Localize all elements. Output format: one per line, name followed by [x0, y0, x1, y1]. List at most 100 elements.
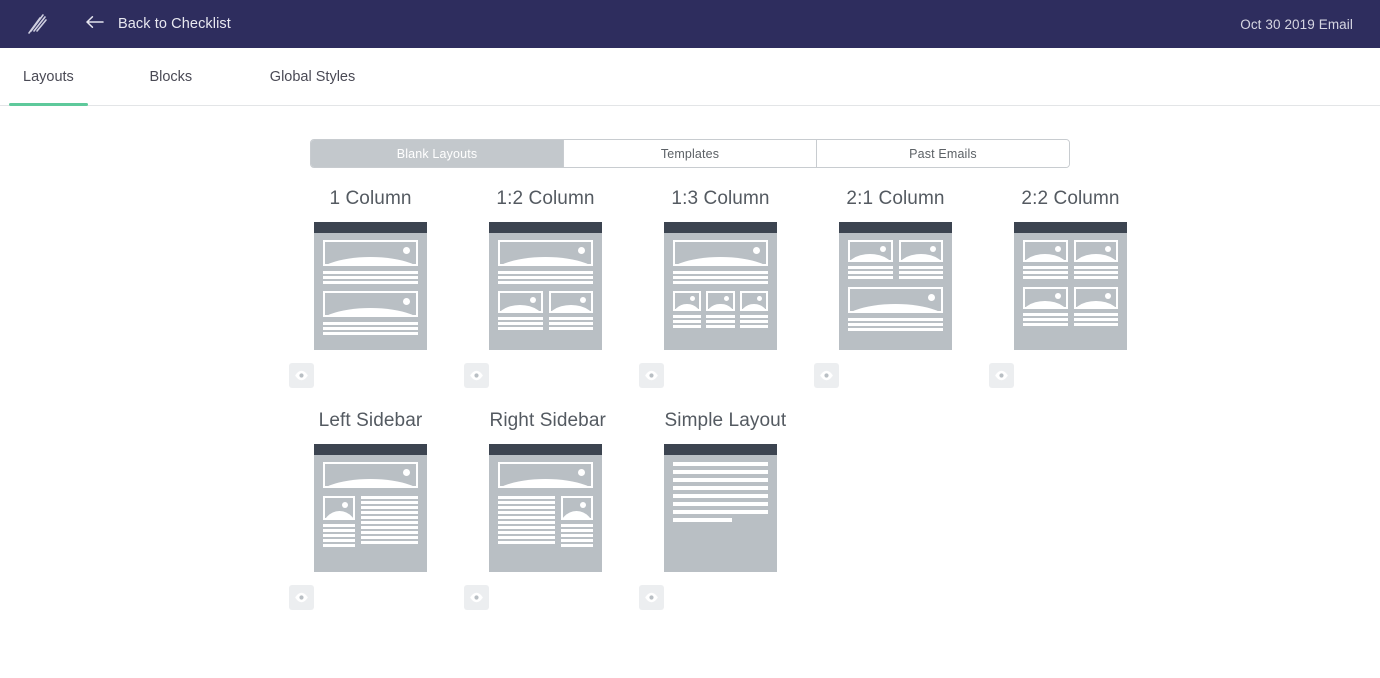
layout-title: 2:2 Column [1021, 188, 1120, 209]
eye-icon [295, 370, 308, 381]
segment-past-emails[interactable]: Past Emails [817, 140, 1069, 167]
segment-past-emails-label: Past Emails [909, 146, 977, 161]
thumb-text-lines [361, 496, 418, 544]
tab-global-styles-label: Global Styles [269, 68, 356, 85]
thumb-image-block [739, 291, 768, 311]
preview-button[interactable] [814, 363, 839, 388]
segment-templates[interactable]: Templates [564, 140, 817, 167]
preview-button[interactable] [464, 363, 489, 388]
preview-button[interactable] [639, 363, 664, 388]
thumb-header-bar [1014, 222, 1127, 233]
thumb-image-block [848, 287, 943, 313]
thumb-sidebar-row [498, 496, 593, 547]
thumb-header-bar [664, 444, 777, 455]
layout-title: 1 Column [329, 188, 412, 209]
preview-button[interactable] [289, 363, 314, 388]
preview-button[interactable] [289, 585, 314, 610]
eye-icon [995, 370, 1008, 381]
thumb-three-column-row [673, 291, 768, 328]
thumb-text-lines [673, 462, 768, 522]
layout-card: 1 Column [283, 188, 458, 388]
segment-blank-layouts-label: Blank Layouts [396, 146, 478, 161]
thumb-image-block [498, 291, 543, 313]
thumb-text-lines [1023, 266, 1068, 279]
layout-title: 1:2 Column [496, 188, 595, 209]
thumb-two-column-row [848, 240, 943, 279]
thumb-two-column-row [498, 291, 593, 330]
thumb-image-block [323, 240, 418, 266]
preview-button[interactable] [464, 585, 489, 610]
back-to-checklist-link[interactable]: Back to Checklist [86, 15, 231, 34]
thumb-text-lines [548, 317, 593, 330]
layout-thumbnail-one-three[interactable] [664, 222, 777, 350]
thumb-text-lines [1073, 313, 1118, 326]
back-to-checklist-label: Back to Checklist [118, 16, 231, 32]
eye-icon [470, 592, 483, 603]
layout-card: Left Sidebar [283, 410, 458, 610]
layout-thumbnail-two-one[interactable] [839, 222, 952, 350]
layout-thumbnail-right-sidebar[interactable] [489, 444, 602, 572]
layout-thumbnail-one-two[interactable] [489, 222, 602, 350]
thumb-image-block [548, 291, 593, 313]
layout-card: Right Sidebar [458, 410, 633, 610]
source-segmented-control: Blank Layouts Templates Past Emails [310, 139, 1070, 168]
segment-templates-label: Templates [660, 146, 720, 161]
thumb-image-block [706, 291, 735, 311]
thumb-image-block [1023, 287, 1068, 309]
thumb-text-lines [323, 271, 418, 284]
tab-blocks-label: Blocks [149, 68, 193, 85]
tab-blocks[interactable]: Blocks [132, 48, 210, 105]
thumb-image-block [673, 240, 768, 266]
layout-thumbnail-two-two[interactable] [1014, 222, 1127, 350]
thumb-text-lines [898, 266, 943, 279]
thumb-image-block [1073, 240, 1118, 262]
tab-global-styles[interactable]: Global Styles [256, 48, 369, 105]
app-header: Back to Checklist Oct 30 2019 Email [0, 0, 1380, 48]
thumb-text-lines [706, 315, 735, 328]
thumb-header-bar [664, 222, 777, 233]
layout-title: Right Sidebar [489, 410, 606, 431]
layout-card: Simple Layout [633, 410, 808, 610]
thumb-image-block [898, 240, 943, 262]
layout-card: 2:1 Column [808, 188, 983, 388]
layout-thumbnail-left-sidebar[interactable] [314, 444, 427, 572]
layout-title: 2:1 Column [846, 188, 945, 209]
feather-logo-icon[interactable] [22, 9, 52, 39]
eye-icon [470, 370, 483, 381]
layout-card: 2:2 Column [983, 188, 1158, 388]
thumb-image-block [1073, 287, 1118, 309]
thumb-text-lines [498, 317, 543, 330]
thumb-text-lines [1073, 266, 1118, 279]
tab-active-indicator [9, 103, 88, 106]
eye-icon [820, 370, 833, 381]
main-tab-bar: Layouts Blocks Global Styles [0, 48, 1380, 106]
layout-thumbnail-one-column[interactable] [314, 222, 427, 350]
layout-card: 1:2 Column [458, 188, 633, 388]
preview-button[interactable] [989, 363, 1014, 388]
eye-icon [295, 592, 308, 603]
thumb-image-block [673, 291, 702, 311]
layout-title: Simple Layout [664, 410, 787, 431]
eye-icon [645, 370, 658, 381]
thumb-text-lines [323, 322, 418, 335]
thumb-text-lines [498, 271, 593, 284]
segment-blank-layouts[interactable]: Blank Layouts [311, 140, 564, 167]
eye-icon [645, 592, 658, 603]
layouts-panel: Blank Layouts Templates Past Emails 1 Co… [0, 106, 1380, 678]
layout-grid: 1 Column 1:2 Column 1:3 Column 2:1 Colum… [283, 168, 1127, 610]
thumb-two-column-row [1023, 240, 1118, 279]
tab-layouts[interactable]: Layouts [9, 48, 88, 106]
layout-title: 1:3 Column [671, 188, 770, 209]
thumb-image-block [323, 291, 418, 317]
preview-button[interactable] [639, 585, 664, 610]
thumb-image-block [323, 462, 418, 488]
layout-card: 1:3 Column [633, 188, 808, 388]
thumb-image-block [323, 496, 356, 520]
thumb-image-block [848, 240, 893, 262]
thumb-text-lines [848, 318, 943, 331]
thumb-text-lines [848, 266, 893, 279]
thumb-image-block [498, 462, 593, 488]
layout-title: Left Sidebar [318, 410, 423, 431]
thumb-text-lines [1023, 313, 1068, 326]
layout-thumbnail-simple[interactable] [664, 444, 777, 572]
